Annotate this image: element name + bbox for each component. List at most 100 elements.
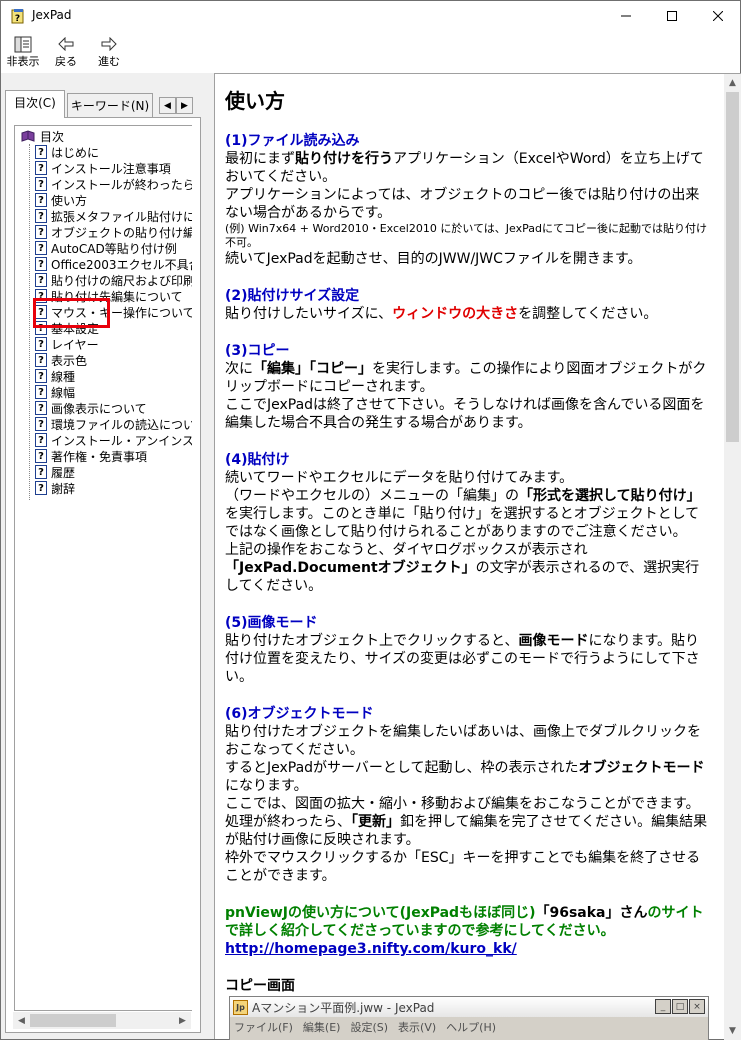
tree-item-label: 画像表示について bbox=[51, 401, 147, 416]
tree-item-label: 表示色 bbox=[51, 353, 88, 368]
tree-item[interactable]: ? AutoCAD等貼り付け例 bbox=[21, 240, 177, 256]
tree-item[interactable]: ? インストール注意事項 bbox=[21, 160, 171, 176]
tree-item[interactable]: ? インストールが終わったら bbox=[21, 176, 192, 192]
tree-item[interactable]: ? 使い方 bbox=[21, 192, 87, 208]
help-topic-icon: ? bbox=[35, 161, 47, 175]
scroll-right-arrow-icon[interactable]: ▶ bbox=[174, 1012, 191, 1029]
tree-item-label: インストールが終わったら bbox=[51, 177, 192, 192]
tree-item[interactable]: ? インストール・アンインストール bbox=[21, 432, 192, 448]
horizontal-scrollbar[interactable]: ◀ ▶ bbox=[13, 1012, 191, 1029]
tree-item[interactable]: ? 著作権・免責事項 bbox=[21, 448, 147, 464]
tree-item-label: インストール・アンインストール bbox=[51, 433, 192, 448]
embedded-maximize-icon: □ bbox=[672, 999, 688, 1014]
embedded-screenshot: Jp Aマンション平面例.jww - JexPad _ □ × ファイル(F) … bbox=[229, 996, 709, 1040]
embedded-menu-item: ヘルプ(H) bbox=[446, 1021, 497, 1034]
contents-tree[interactable]: 目次 ? はじめに? インストール注意事項? インストールが終わったら? 使い方? 拡張メ… bbox=[14, 125, 192, 1011]
help-topic-icon: ? bbox=[35, 193, 47, 207]
window-title: JexPad bbox=[32, 8, 72, 22]
help-topic-icon: ? bbox=[35, 449, 47, 463]
help-topic-icon: ? bbox=[35, 369, 47, 383]
paragraph: するとJexPadがサーバーとして起動し、枠の表示されたオブジェクトモードになり… bbox=[225, 760, 705, 794]
tree-item-label: AutoCAD等貼り付け例 bbox=[51, 241, 177, 256]
tree-item[interactable]: ? 拡張メタファイル貼付けについて bbox=[21, 208, 192, 224]
paragraph: 続いてJexPadを起動させ、目的のJWW/JWCファイルを開きます。 bbox=[225, 251, 642, 267]
section-paste-size: (2)貼付けサイズ設定 貼り付けしたいサイズに、ウィンドウの大きさを調整してくだ… bbox=[225, 287, 712, 323]
scroll-down-arrow-icon[interactable]: ▼ bbox=[724, 1022, 741, 1039]
minimize-button[interactable] bbox=[603, 1, 649, 31]
reference: pnViewJの使い方について(JexPadもほぼ同じ)「96saka」さんのサ… bbox=[225, 904, 712, 958]
tab-contents[interactable]: 目次(C) bbox=[5, 90, 65, 118]
paragraph: アプリケーションによっては、オブジェクトのコピー後では貼り付けの出来ない場合があ… bbox=[225, 187, 700, 221]
tree-item-label: 線幅 bbox=[51, 385, 76, 400]
help-topic-icon: ? bbox=[35, 401, 47, 415]
tree-item[interactable]: ? 線幅 bbox=[21, 384, 75, 400]
section-title: (5)画像モード bbox=[225, 615, 318, 631]
maximize-button[interactable] bbox=[649, 1, 695, 31]
paragraph: 最初にまず貼り付けを行うアプリケーション（ExcelやWord）を立ち上げておい… bbox=[225, 151, 704, 185]
help-topic-icon: ? bbox=[35, 465, 47, 479]
tree-root[interactable]: 目次 bbox=[19, 128, 64, 144]
help-topic-icon: ? bbox=[35, 241, 47, 255]
tree-item[interactable]: ? 履歴 bbox=[21, 464, 75, 480]
tree-item[interactable]: ? 謝辞 bbox=[21, 480, 75, 496]
tree-item[interactable]: ? 画像表示について bbox=[21, 400, 147, 416]
paragraph: 貼り付けたオブジェクト上でクリックすると、画像モードになります。貼り付け位置を変… bbox=[225, 633, 700, 685]
tree-item-label: 貼り付けの縮尺および印刷 bbox=[51, 273, 192, 288]
section-image-mode: (5)画像モード 貼り付けたオブジェクト上でクリックすると、画像モードになります… bbox=[225, 614, 712, 686]
note: (例) Win7x64 + Word2010・Excel2010 に於いては、J… bbox=[225, 222, 707, 249]
section-file-load: (1)ファイル読み込み 最初にまず貼り付けを行うアプリケーション（ExcelやW… bbox=[225, 132, 712, 268]
help-book-icon: ? bbox=[11, 9, 24, 24]
forward-button[interactable]: 進む bbox=[91, 35, 127, 69]
reference-text: pnViewJの使い方について(JexPadもほぼ同じ)「96saka」さんのサ… bbox=[225, 905, 704, 939]
help-topic-icon: ? bbox=[35, 433, 47, 447]
tree-item[interactable]: ? オブジェクトの貼り付け編集 bbox=[21, 224, 192, 240]
tree-item[interactable]: ? 表示色 bbox=[21, 352, 87, 368]
tab-keyword[interactable]: キーワード(N) bbox=[67, 93, 153, 119]
paragraph: （ワードやエクセルの）メニューの「編集」の「形式を選択して貼り付け」を実行します… bbox=[225, 488, 701, 540]
paragraph: ここでは、図面の拡大・縮小・移動および編集をおこなうことができます。 bbox=[225, 796, 700, 812]
arrow-left-icon bbox=[58, 37, 74, 51]
paragraph: ここでJexPadは終了させて下さい。そうしなければ画像を含んでいる図面を編集し… bbox=[225, 397, 705, 431]
help-topic-icon: ? bbox=[35, 481, 47, 495]
tree-item[interactable]: ? はじめに bbox=[21, 144, 99, 160]
reference-link[interactable]: http://homepage3.nifty.com/kuro_kk/ bbox=[225, 940, 712, 958]
svg-text:?: ? bbox=[15, 14, 20, 24]
close-button[interactable] bbox=[695, 1, 741, 31]
contents-panel: 目次 ? はじめに? インストール注意事項? インストールが終わったら? 使い方? 拡張メ… bbox=[5, 117, 201, 1033]
triangle-left-icon: ◀ bbox=[164, 100, 171, 111]
help-topic-icon: ? bbox=[35, 273, 47, 287]
tree-item[interactable]: ? Office2003エクセル不具合 bbox=[21, 256, 192, 272]
help-topic-icon: ? bbox=[35, 337, 47, 351]
scroll-up-arrow-icon[interactable]: ▲ bbox=[724, 74, 741, 91]
section-title: (3)コピー bbox=[225, 343, 290, 359]
hide-button[interactable]: 非表示 bbox=[3, 35, 43, 69]
tree-item-label: はじめに bbox=[51, 145, 100, 160]
tab-scroll-right-button[interactable]: ▶ bbox=[176, 97, 193, 114]
tree-item[interactable]: ? 線種 bbox=[21, 368, 75, 384]
tab-scroll-left-button[interactable]: ◀ bbox=[159, 97, 176, 114]
tree-item-label: レイヤー bbox=[51, 337, 99, 352]
section-paste: (4)貼付け 続いてワードやエクセルにデータを貼り付けてみます。 （ワードやエク… bbox=[225, 451, 712, 595]
paragraph: 次に「編集」「コピー」を実行します。この操作により図面オブジェクトがクリップボー… bbox=[225, 361, 707, 395]
scroll-thumb[interactable] bbox=[30, 1014, 116, 1027]
tree-item-label: オブジェクトの貼り付け編集 bbox=[51, 225, 192, 240]
help-topic-icon: ? bbox=[35, 417, 47, 431]
forward-label: 進む bbox=[98, 55, 120, 68]
tree-item[interactable]: ? 貼り付けの縮尺および印刷 bbox=[21, 272, 192, 288]
tree-item[interactable]: ? 環境ファイルの読込について bbox=[21, 416, 192, 432]
scroll-left-arrow-icon[interactable]: ◀ bbox=[13, 1012, 30, 1029]
back-button[interactable]: 戻る bbox=[49, 35, 83, 69]
tree-item[interactable]: ? レイヤー bbox=[21, 336, 99, 352]
scroll-thumb[interactable] bbox=[726, 92, 739, 442]
vertical-scrollbar[interactable]: ▲ ▼ bbox=[724, 74, 741, 1040]
tree-item-label: 線種 bbox=[51, 369, 76, 384]
toolbar: 非表示 戻る 進む bbox=[0, 31, 741, 73]
tree-root-label: 目次 bbox=[40, 129, 65, 144]
help-topic-icon: ? bbox=[35, 225, 47, 239]
embedded-menu-item: ファイル(F) bbox=[234, 1021, 293, 1034]
embedded-menu-item: 表示(V) bbox=[398, 1021, 437, 1034]
help-topic-icon: ? bbox=[35, 209, 47, 223]
hide-pane-icon bbox=[14, 36, 32, 52]
close-icon bbox=[713, 11, 723, 21]
embedded-window-title: Aマンション平面例.jww - JexPad bbox=[252, 1000, 435, 1015]
